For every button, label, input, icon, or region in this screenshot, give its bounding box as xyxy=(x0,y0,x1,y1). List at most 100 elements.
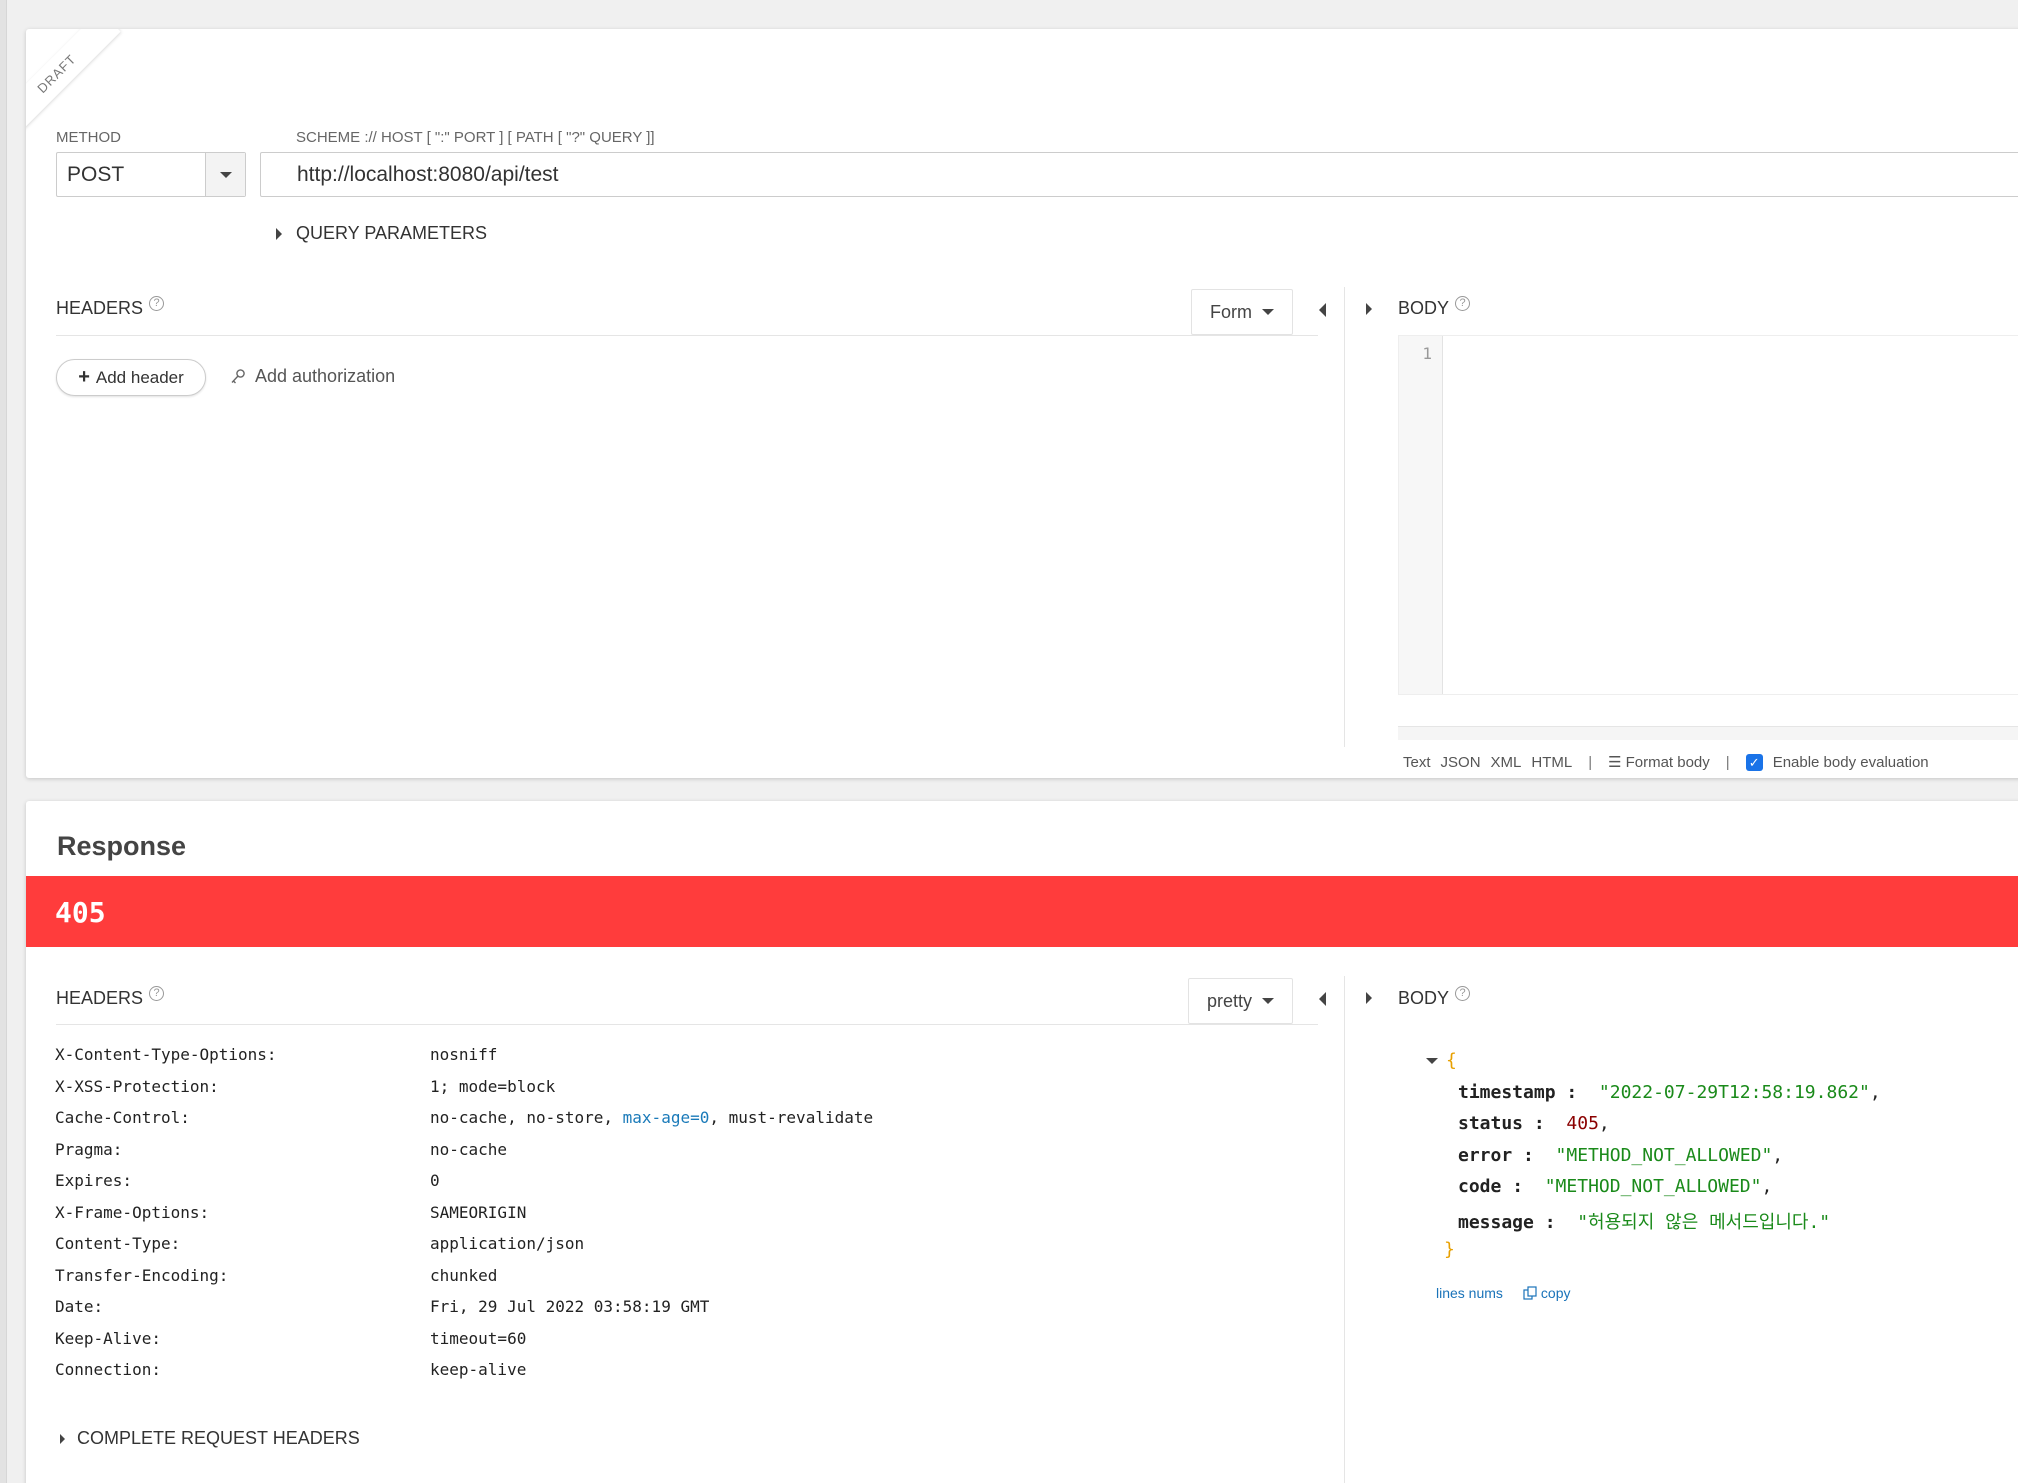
method-dropdown-toggle[interactable] xyxy=(205,153,245,196)
editor-scrollbar[interactable] xyxy=(1398,726,2018,740)
header-key: Content-Type: xyxy=(55,1234,181,1253)
chevron-down-icon xyxy=(220,172,232,178)
enable-body-evaluation-checkbox[interactable]: ✓ xyxy=(1745,753,1763,771)
status-code: 405 xyxy=(55,896,106,929)
headers-divider xyxy=(56,1024,1318,1025)
header-key: Cache-Control: xyxy=(55,1108,190,1127)
separator: | xyxy=(1588,753,1593,771)
body-editor[interactable]: 1 xyxy=(1398,335,2018,695)
add-authorization-label: Add authorization xyxy=(255,366,396,386)
method-select[interactable]: POST xyxy=(56,152,246,197)
chevron-down-icon xyxy=(1262,309,1274,315)
header-value: chunked xyxy=(430,1265,498,1285)
collapse-icon[interactable] xyxy=(1426,1058,1438,1064)
json-line: } xyxy=(1406,1239,1881,1271)
header-value: 1; mode=block xyxy=(430,1076,556,1096)
json-line: code : "METHOD_NOT_ALLOWED", xyxy=(1458,1176,1773,1197)
response-panel: Response 405 HEADERS? pretty X-Content-T… xyxy=(26,801,2018,1483)
status-bar: 405 xyxy=(26,876,2018,947)
json-value: 405 xyxy=(1566,1113,1599,1134)
expand-right-icon[interactable] xyxy=(1366,303,1372,315)
headers-mode-value: Form xyxy=(1210,302,1252,322)
help-icon[interactable]: ? xyxy=(149,296,165,311)
header-row: Expires: 0 xyxy=(55,1171,873,1203)
request-panel: DRAFT METHOD POST SCHEME :// HOST [ ":" … xyxy=(26,29,2018,778)
header-row: Transfer-Encoding: chunked xyxy=(55,1266,873,1298)
json-viewer: { timestamp : "2022-07-29T12:58:19.862",… xyxy=(1406,1050,1881,1271)
help-icon[interactable]: ? xyxy=(1455,986,1471,1001)
json-line: timestamp : "2022-07-29T12:58:19.862", xyxy=(1458,1081,1881,1103)
header-row: X-XSS-Protection: 1; mode=block xyxy=(55,1077,873,1109)
enable-body-evaluation-label: Enable body evaluation xyxy=(1772,753,1929,771)
collapse-left-icon[interactable] xyxy=(1319,303,1326,317)
json-key: error xyxy=(1458,1144,1513,1166)
json-comma: , xyxy=(1869,1081,1881,1103)
help-icon[interactable]: ? xyxy=(149,986,165,1001)
header-key: X-Frame-Options: xyxy=(55,1202,210,1222)
json-value: "2022-07-29T12:58:19.862" xyxy=(1598,1081,1870,1103)
header-key: Expires: xyxy=(55,1171,133,1190)
json-close-brace: } xyxy=(1444,1239,1455,1260)
complete-request-headers-toggle[interactable]: COMPLETE REQUEST HEADERS xyxy=(60,1428,360,1449)
header-key: Date: xyxy=(55,1297,104,1316)
headers-view-dropdown[interactable]: pretty xyxy=(1188,978,1294,1024)
draft-ribbon: DRAFT xyxy=(26,29,121,138)
query-parameters-toggle[interactable]: QUERY PARAMETERS xyxy=(276,223,487,244)
json-key: timestamp xyxy=(1458,1081,1556,1103)
header-key: Transfer-Encoding: xyxy=(55,1265,229,1285)
json-key: code xyxy=(1458,1176,1502,1197)
headers-divider xyxy=(56,335,1318,336)
copy-label: copy xyxy=(1540,1285,1571,1301)
body-format-bar: Text JSON XML HTML | ☰ Format body | ✓ E… xyxy=(1403,753,1929,771)
collapse-left-icon[interactable] xyxy=(1319,992,1326,1006)
header-value: timeout=60 xyxy=(430,1328,527,1348)
header-key: X-Content-Type-Options: xyxy=(55,1045,277,1064)
json-actions: lines nums copy xyxy=(1436,1285,1571,1301)
request-body-title: BODY? xyxy=(1398,296,1471,319)
json-comma: , xyxy=(1761,1176,1773,1197)
header-value: keep-alive xyxy=(430,1360,527,1379)
headers-view-value: pretty xyxy=(1207,991,1253,1011)
header-value-part: , must-revalidate xyxy=(709,1108,874,1127)
format-xml-option[interactable]: XML xyxy=(1491,754,1522,771)
complete-request-headers-label: COMPLETE REQUEST HEADERS xyxy=(77,1428,360,1448)
url-input[interactable] xyxy=(260,152,2018,197)
header-row: Pragma: no-cache xyxy=(55,1140,873,1172)
header-key: X-XSS-Protection: xyxy=(55,1076,219,1096)
response-headers-title-text: HEADERS xyxy=(56,988,144,1008)
panel-splitter[interactable] xyxy=(1344,287,1345,747)
header-row: Content-Type: application/json xyxy=(55,1234,873,1266)
response-headers-title: HEADERS? xyxy=(56,986,165,1009)
headers-mode-dropdown[interactable]: Form xyxy=(1191,289,1293,335)
header-row: Date: Fri, 29 Jul 2022 03:58:19 GMT xyxy=(55,1297,873,1329)
format-html-option[interactable]: HTML xyxy=(1531,754,1572,771)
line-number-gutter: 1 xyxy=(1399,336,1443,694)
header-row: Connection: keep-alive xyxy=(55,1360,873,1392)
add-header-button[interactable]: + Add header xyxy=(56,359,206,396)
response-title: Response xyxy=(57,831,187,861)
format-text-option[interactable]: Text xyxy=(1403,754,1431,771)
header-key: Pragma: xyxy=(55,1139,123,1159)
json-comma: , xyxy=(1772,1144,1784,1166)
line-numbers-toggle[interactable]: lines nums xyxy=(1436,1285,1503,1301)
header-key: Connection: xyxy=(55,1360,161,1379)
request-headers-title-text: HEADERS xyxy=(56,298,144,318)
request-body-title-text: BODY xyxy=(1398,298,1450,318)
header-value: SAMEORIGIN xyxy=(430,1202,527,1222)
add-authorization-link[interactable]: Add authorization xyxy=(229,366,395,387)
json-value: "METHOD_NOT_ALLOWED" xyxy=(1555,1144,1773,1166)
line-number: 1 xyxy=(1422,344,1432,363)
expand-right-icon[interactable] xyxy=(1366,992,1372,1004)
header-row: X-Content-Type-Options: nosniff xyxy=(55,1045,873,1077)
plus-icon: + xyxy=(78,366,90,388)
header-value-highlight: max-age=0 xyxy=(622,1108,710,1127)
format-json-option[interactable]: JSON xyxy=(1441,754,1481,771)
json-value: "METHOD_NOT_ALLOWED" xyxy=(1544,1176,1762,1197)
copy-button[interactable]: copy xyxy=(1523,1285,1571,1301)
json-value: "허용되지 않은 메서드입니다." xyxy=(1577,1211,1831,1233)
panel-splitter[interactable] xyxy=(1344,976,1345,1483)
header-value: 0 xyxy=(430,1171,440,1190)
help-icon[interactable]: ? xyxy=(1455,296,1471,311)
json-line: { xyxy=(1406,1050,1881,1082)
format-body-button[interactable]: ☰ Format body xyxy=(1608,753,1710,772)
